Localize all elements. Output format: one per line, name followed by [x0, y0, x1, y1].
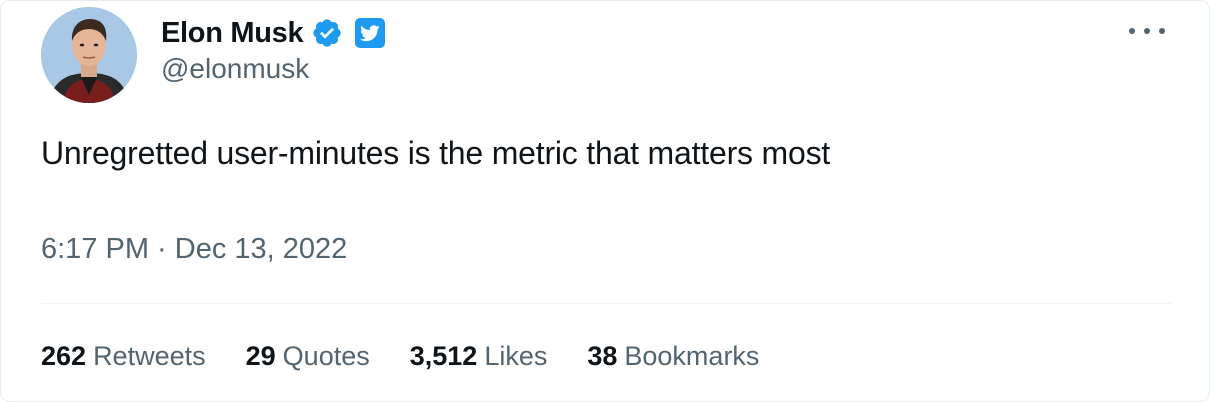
dot-icon: [1129, 28, 1135, 34]
profile-photo-icon: [41, 7, 137, 103]
bookmarks-stat[interactable]: 38 Bookmarks: [587, 341, 759, 372]
quotes-count: 29: [245, 341, 276, 371]
tweet-card: Elon Musk @elonmusk Unregretted user-min…: [0, 0, 1210, 402]
dot-icon: [1159, 28, 1165, 34]
more-options-icon[interactable]: [1129, 19, 1165, 43]
tweet-timestamp[interactable]: 6:17 PM · Dec 13, 2022: [41, 233, 347, 266]
author-name[interactable]: Elon Musk: [161, 17, 304, 50]
retweets-stat[interactable]: 262 Retweets: [41, 341, 206, 372]
retweets-label: Retweets: [93, 341, 206, 371]
author-name-row: Elon Musk: [161, 13, 386, 53]
likes-count: 3,512: [409, 341, 478, 371]
verified-badge-icon[interactable]: [311, 17, 343, 49]
bookmarks-label: Bookmarks: [624, 341, 760, 371]
avatar[interactable]: [41, 7, 137, 103]
likes-label: Likes: [484, 341, 548, 371]
divider: [41, 303, 1171, 304]
author-handle[interactable]: @elonmusk: [161, 53, 309, 85]
retweets-count: 262: [41, 341, 87, 371]
engagement-stats: 262 Retweets 29 Quotes 3,512 Likes 38 Bo…: [41, 341, 799, 372]
twitter-bird-icon: [355, 18, 386, 48]
quotes-stat[interactable]: 29 Quotes: [246, 341, 370, 372]
likes-stat[interactable]: 3,512 Likes: [410, 341, 548, 372]
dot-icon: [1144, 28, 1150, 34]
quotes-label: Quotes: [282, 341, 370, 371]
tweet-text: Unregretted user-minutes is the metric t…: [41, 135, 831, 171]
bookmarks-count: 38: [587, 341, 618, 371]
